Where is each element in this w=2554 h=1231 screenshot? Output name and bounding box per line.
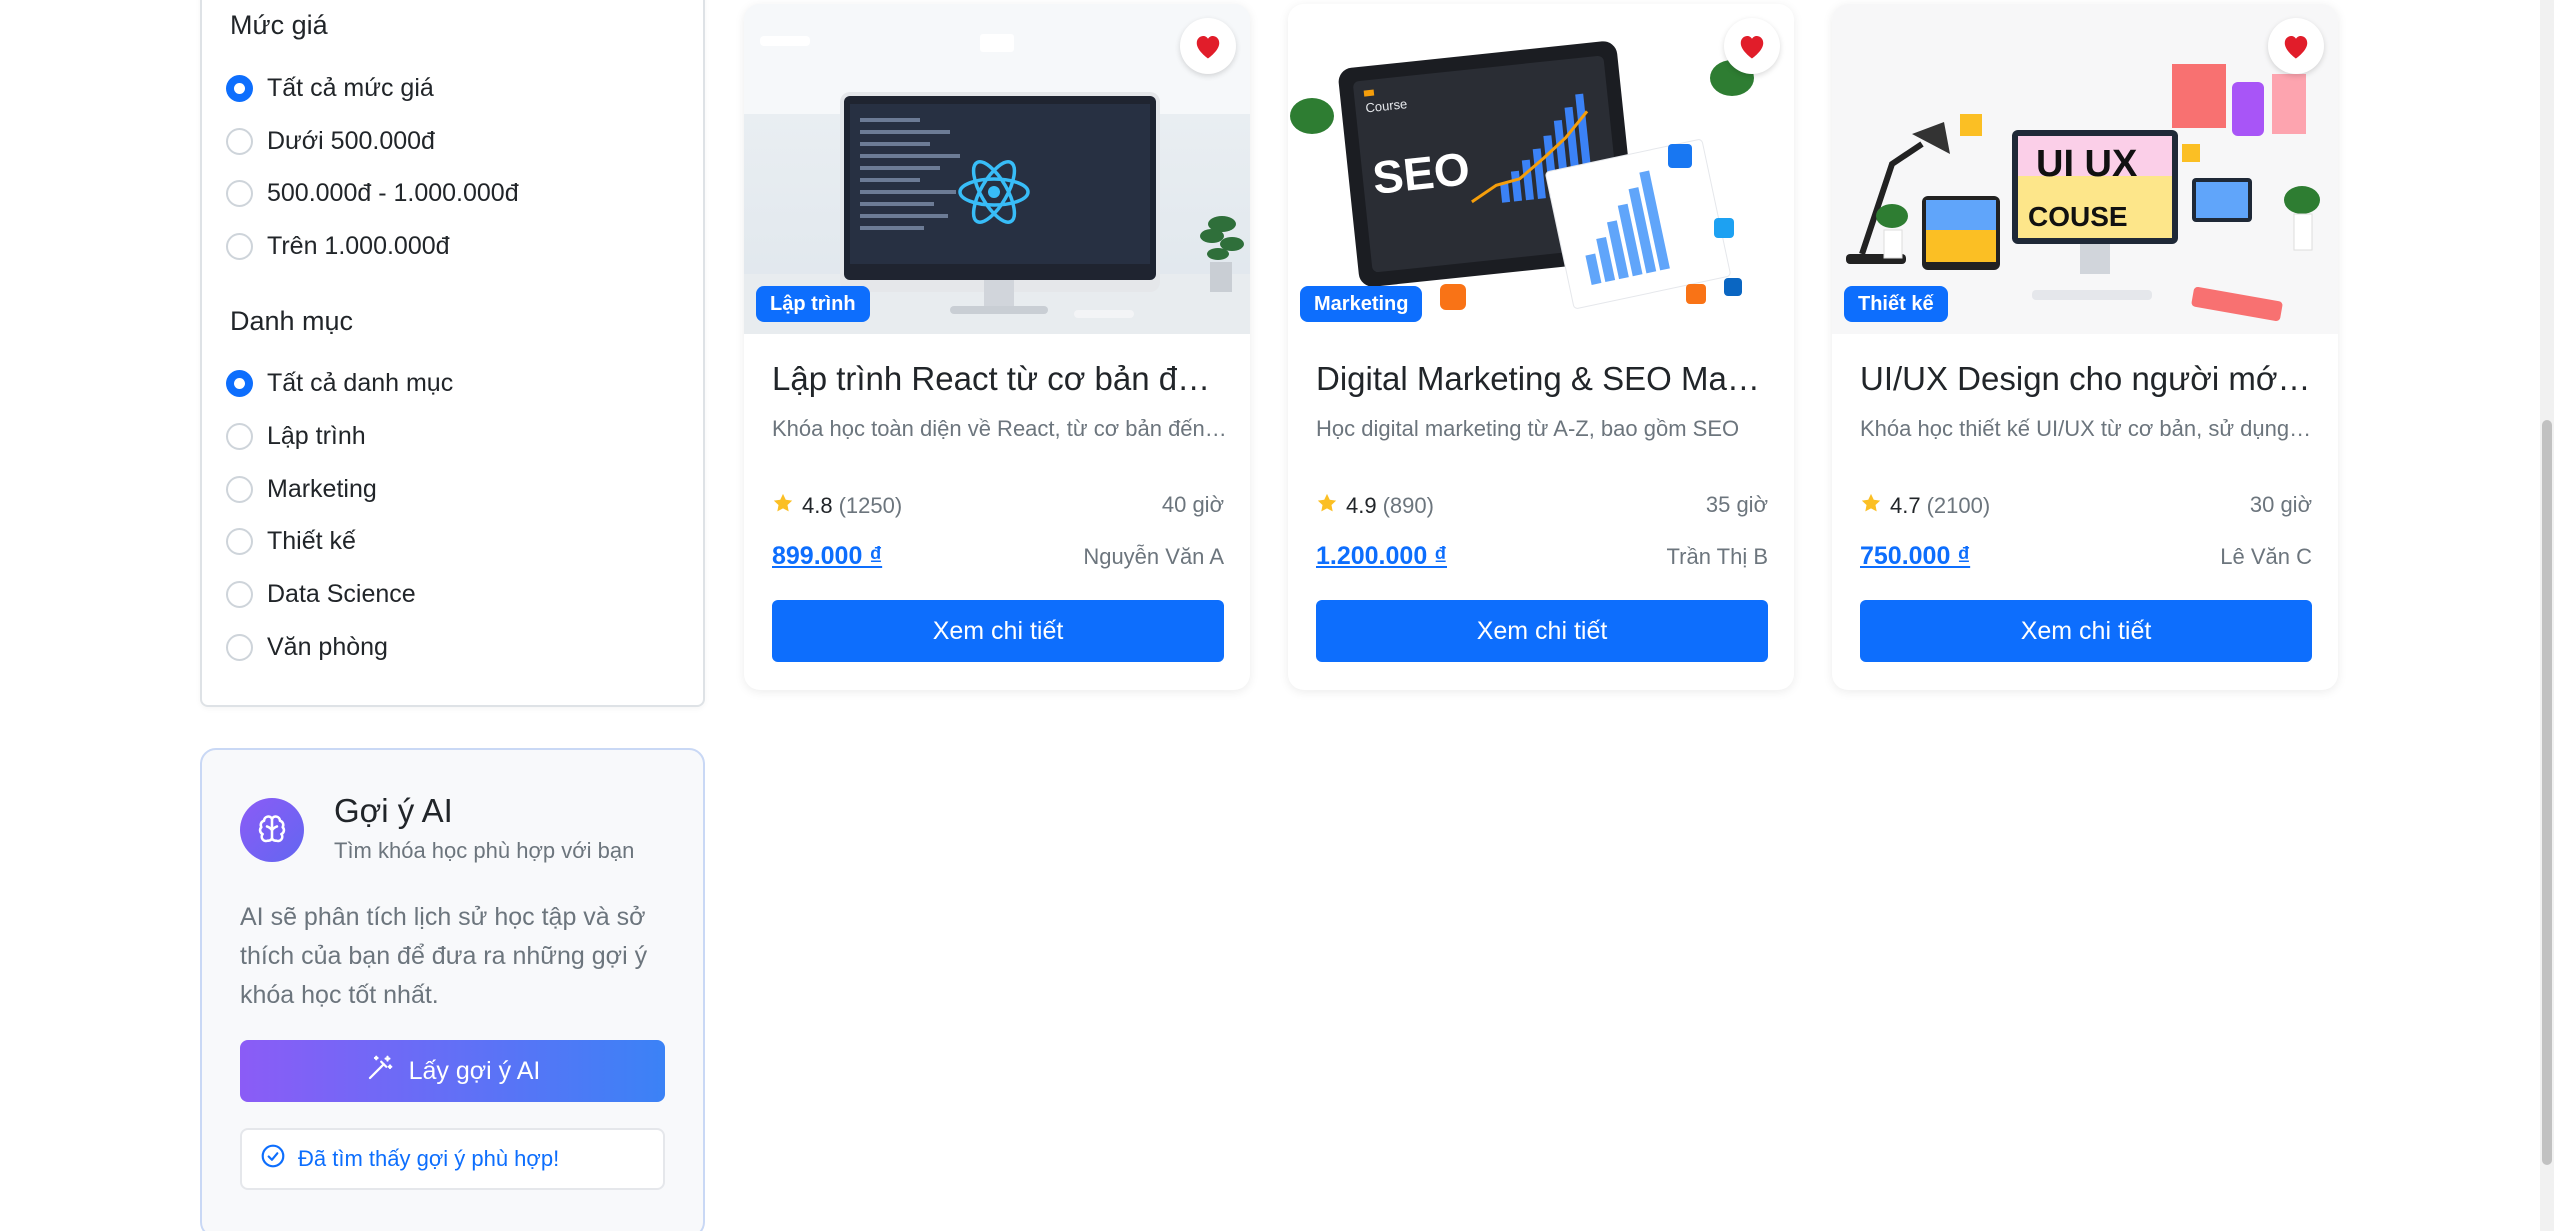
rating-value: 4.9: [1346, 493, 1377, 518]
category-option-marketing[interactable]: Marketing: [226, 469, 377, 509]
price-option-over-1m[interactable]: Trên 1.000.000đ: [226, 226, 450, 266]
view-details-button[interactable]: Xem chi tiết: [1860, 600, 2312, 662]
course-instructor: Lê Văn C: [2220, 544, 2312, 569]
thumbnail-uiux-text: UI UX: [2036, 143, 2138, 185]
price-option-under-500k[interactable]: Dưới 500.000đ: [226, 121, 435, 161]
thumbnail-couse-text: COUSE: [2028, 201, 2128, 232]
view-details-button[interactable]: Xem chi tiết: [1316, 600, 1768, 662]
price-option-label: 500.000đ - 1.000.000đ: [267, 178, 519, 207]
scrollbar-track[interactable]: [2540, 0, 2554, 1231]
ai-description: AI sẽ phân tích lịch sử học tập và sở th…: [240, 903, 648, 1009]
price-option-label: Dưới 500.000đ: [267, 126, 435, 155]
ai-subtitle: Tìm khóa học phù hợp với bạn: [334, 838, 635, 863]
category-badge: Lập trình: [756, 286, 870, 322]
price-option-all[interactable]: Tất cả mức giá: [226, 68, 434, 108]
view-details-button[interactable]: Xem chi tiết: [772, 600, 1224, 662]
price-option-500k-1m[interactable]: 500.000đ - 1.000.000đ: [226, 173, 519, 213]
radio-unchecked[interactable]: [226, 127, 253, 155]
rating-count: (890): [1382, 493, 1434, 518]
course-description: Khóa học toàn diện về React, từ cơ bản đ…: [772, 416, 1227, 441]
course-thumbnail-react: Lập trình: [744, 4, 1250, 334]
category-option-design[interactable]: Thiết kế: [226, 521, 356, 561]
radio-unchecked[interactable]: [226, 527, 253, 555]
magic-wand-icon: [365, 1053, 395, 1090]
heart-icon: [1196, 36, 1220, 59]
rating-value: 4.7: [1890, 493, 1921, 518]
category-option-label: Lập trình: [267, 421, 366, 450]
get-ai-suggestion-button[interactable]: Lấy gợi ý AI: [240, 1040, 665, 1102]
course-instructor: Nguyễn Văn A: [1083, 544, 1224, 569]
category-badge: Marketing: [1300, 286, 1423, 322]
course-price: 1.200.000 ₫: [1316, 542, 1447, 570]
rating-count: (2100): [1926, 493, 1991, 518]
thumbnail-seo-text: SEO: [1370, 142, 1472, 204]
category-option-office[interactable]: Văn phòng: [226, 627, 388, 667]
favorite-heart-button[interactable]: [1724, 18, 1780, 74]
category-option-label: Marketing: [267, 474, 377, 503]
radio-unchecked[interactable]: [226, 422, 253, 450]
category-option-label: Tất cả danh mục: [267, 368, 454, 397]
heart-icon: [1740, 36, 1764, 59]
category-option-programming[interactable]: Lập trình: [226, 416, 366, 456]
course-rating: 4.7 (2100): [1860, 492, 1990, 520]
price-option-label: Tất cả mức giá: [267, 73, 434, 102]
course-price: 899.000 ₫: [772, 542, 883, 570]
course-card[interactable]: Lập trình Lập trình React từ cơ bản đến …: [744, 4, 1250, 690]
scrollbar-thumb[interactable]: [2542, 420, 2552, 1165]
rating-count: (1250): [838, 493, 903, 518]
radio-unchecked[interactable]: [226, 179, 253, 207]
course-title[interactable]: Lập trình React từ cơ bản đến nâng cao: [772, 360, 1227, 398]
rating-value: 4.8: [802, 493, 833, 518]
course-rating: 4.9 (890): [1316, 492, 1434, 520]
radio-checked[interactable]: [226, 74, 253, 102]
category-option-data-science[interactable]: Data Science: [226, 574, 416, 614]
category-option-label: Văn phòng: [267, 632, 388, 661]
star-icon: [1860, 492, 1882, 520]
ai-button-label: Lấy gợi ý AI: [408, 1056, 541, 1085]
price-filter-title: Mức giá: [230, 10, 328, 40]
radio-unchecked[interactable]: [226, 580, 253, 608]
course-description: Học digital marketing từ A-Z, bao gồm SE…: [1316, 416, 1740, 441]
star-icon: [1316, 492, 1338, 520]
ai-title: Gợi ý AI: [334, 792, 453, 829]
favorite-heart-button[interactable]: [1180, 18, 1236, 74]
radio-unchecked[interactable]: [226, 232, 253, 260]
radio-checked[interactable]: [226, 369, 253, 397]
course-card[interactable]: UI UX COUSE Thiết kế UI/UX Design cho ng…: [1832, 4, 2338, 690]
price-option-label: Trên 1.000.000đ: [267, 231, 450, 260]
course-thumbnail-uiux: UI UX COUSE Thiết kế: [1832, 4, 2338, 334]
course-title[interactable]: Digital Marketing & SEO Master: [1316, 360, 1771, 398]
filter-panel: Mức giá Tất cả mức giá Dưới 500.000đ 500…: [200, 0, 705, 707]
check-circle-icon: [260, 1143, 286, 1175]
ai-suggestion-card: Gợi ý AI Tìm khóa học phù hợp với bạn AI…: [200, 748, 705, 1231]
course-title[interactable]: UI/UX Design cho người mới bắt đầu: [1860, 360, 2315, 398]
course-card[interactable]: Course SEO Marketing Digital Marketing &…: [1288, 4, 1794, 690]
favorite-heart-button[interactable]: [2268, 18, 2324, 74]
category-option-label: Data Science: [267, 579, 416, 608]
category-filter-title: Danh mục: [230, 306, 354, 336]
course-thumbnail-seo: Course SEO Marketing: [1288, 4, 1794, 334]
category-badge: Thiết kế: [1844, 286, 1948, 322]
course-description: Khóa học thiết kế UI/UX từ cơ bản, sử dụ…: [1860, 416, 2315, 441]
course-price: 750.000 ₫: [1860, 542, 1971, 570]
category-option-all[interactable]: Tất cả danh mục: [226, 363, 453, 403]
star-icon: [772, 492, 794, 520]
course-duration: 30 giờ: [2249, 492, 2312, 517]
ai-result-text: Đã tìm thấy gợi ý phù hợp!: [298, 1146, 560, 1171]
radio-unchecked[interactable]: [226, 633, 253, 661]
course-rating: 4.8 (1250): [772, 492, 902, 520]
brain-icon: [240, 798, 304, 862]
category-option-label: Thiết kế: [267, 526, 356, 555]
course-duration: 40 giờ: [1161, 492, 1224, 517]
radio-unchecked[interactable]: [226, 475, 253, 503]
course-instructor: Trần Thị B: [1666, 544, 1768, 569]
ai-result-status: Đã tìm thấy gợi ý phù hợp!: [240, 1128, 665, 1190]
heart-icon: [2284, 36, 2308, 59]
course-duration: 35 giờ: [1705, 492, 1768, 517]
